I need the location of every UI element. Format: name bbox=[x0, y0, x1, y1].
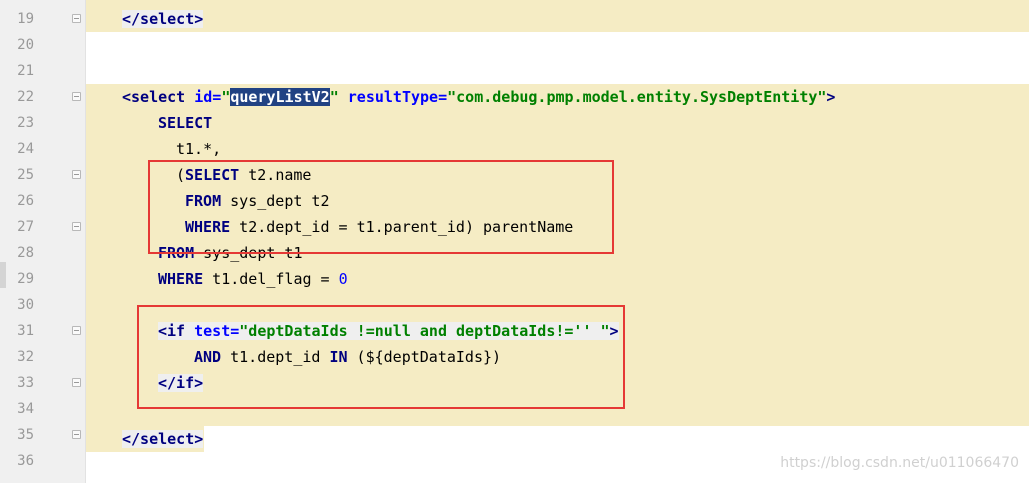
line-number: 22 bbox=[17, 89, 34, 105]
fold-marker[interactable] bbox=[72, 378, 81, 387]
sql-keyword: SELECT bbox=[158, 114, 213, 132]
fold-marker[interactable] bbox=[72, 92, 81, 101]
line-number: 23 bbox=[17, 115, 34, 131]
watermark: https://blog.csdn.net/u011066470 bbox=[780, 455, 1019, 471]
sql-text: t1.*, bbox=[176, 140, 222, 158]
select-open-tag: <select bbox=[122, 88, 186, 106]
fold-marker[interactable] bbox=[72, 430, 81, 439]
result-type-attribute: resultType= bbox=[338, 88, 448, 106]
annotation-box-if-block bbox=[137, 305, 625, 409]
quote: " bbox=[329, 88, 339, 106]
code-line-22[interactable]: <select id="queryListV2" resultType="com… bbox=[122, 84, 835, 110]
line-number: 28 bbox=[17, 245, 34, 261]
line-number: 26 bbox=[17, 193, 34, 209]
fold-marker[interactable] bbox=[72, 170, 81, 179]
line-number: 20 bbox=[17, 37, 34, 53]
line-number: 29 bbox=[17, 271, 34, 287]
line-number: 32 bbox=[17, 349, 34, 365]
select-close-tag: </select> bbox=[122, 430, 204, 448]
sql-text: t1.del_flag = bbox=[203, 270, 339, 288]
code-line-35[interactable]: </select> bbox=[122, 426, 204, 452]
line-number: 36 bbox=[17, 453, 34, 469]
line-number: 19 bbox=[17, 11, 34, 27]
line-number: 24 bbox=[17, 141, 34, 157]
line-number: 33 bbox=[17, 375, 34, 391]
scope-highlight bbox=[86, 0, 1029, 32]
line-number: 25 bbox=[17, 167, 34, 183]
code-line-29[interactable]: WHERE t1.del_flag = 0 bbox=[158, 266, 348, 292]
line-number: 35 bbox=[17, 427, 34, 443]
line-number: 30 bbox=[17, 297, 34, 313]
line-number: 31 bbox=[17, 323, 34, 339]
line-number: 34 bbox=[17, 401, 34, 417]
fold-marker[interactable] bbox=[72, 326, 81, 335]
line-number: 21 bbox=[17, 63, 34, 79]
annotation-box-subquery bbox=[148, 160, 614, 254]
id-attribute: id= bbox=[185, 88, 222, 106]
code-line-19[interactable]: </select> bbox=[122, 6, 204, 32]
line-number: 27 bbox=[17, 219, 34, 235]
fold-marker[interactable] bbox=[72, 222, 81, 231]
number-literal: 0 bbox=[338, 270, 348, 288]
selected-id-value[interactable]: queryListV2 bbox=[230, 88, 330, 106]
sql-keyword: WHERE bbox=[158, 270, 204, 288]
code-line-23[interactable]: SELECT bbox=[158, 110, 212, 136]
select-close-tag: </select> bbox=[122, 10, 204, 28]
result-type-value: "com.debug.pmp.model.entity.SysDeptEntit… bbox=[447, 88, 827, 106]
tag-end: > bbox=[826, 88, 836, 106]
code-line-24[interactable]: t1.*, bbox=[176, 136, 221, 162]
fold-marker[interactable] bbox=[72, 14, 81, 23]
